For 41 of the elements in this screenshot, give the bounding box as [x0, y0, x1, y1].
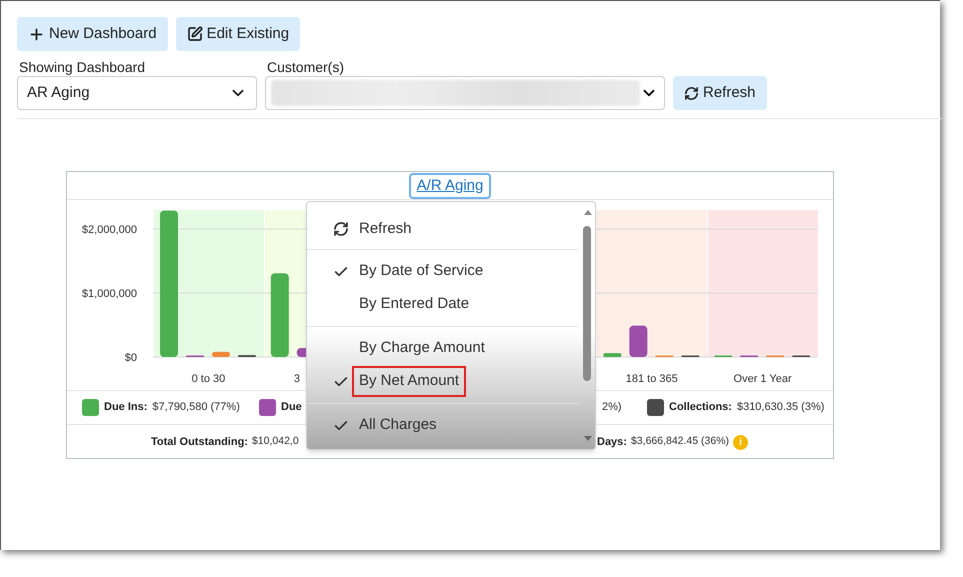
legend-value: 2%)	[602, 400, 622, 416]
axis-label: 181 to 365	[626, 373, 678, 385]
menu-item[interactable]: All Charges	[307, 409, 579, 442]
menu-item[interactable]: By Entered Date	[307, 288, 579, 321]
plus-icon	[28, 26, 45, 42]
dashboard-select[interactable]: AR Aging	[17, 76, 257, 110]
axis-label: $2,000,000	[82, 224, 137, 236]
legend-label: Due Ins:	[104, 400, 148, 416]
refresh-icon	[333, 221, 349, 237]
bar	[212, 352, 230, 357]
menu-item[interactable]: Refresh	[307, 214, 579, 244]
refresh-icon	[684, 86, 699, 100]
bar	[603, 353, 622, 357]
field-label: Showing Dashboard	[18, 58, 146, 76]
customer-select[interactable]	[265, 76, 665, 110]
total-value: $10,042,0	[252, 434, 299, 450]
axis-label: 0 to 30	[192, 373, 226, 385]
menu-item[interactable]: By Net Amount	[307, 365, 579, 398]
axis-label: $1,000,000	[82, 288, 137, 300]
total-value: $3,666,842.45 (36%)	[630, 434, 730, 450]
edit-icon	[186, 26, 203, 42]
total-label: Days:	[597, 434, 627, 450]
scroll-thumb[interactable]	[583, 226, 591, 381]
axis-label: $0	[124, 352, 137, 364]
menu-item[interactable]: By Date of Service	[307, 255, 579, 288]
legend-label: Collections:	[669, 400, 732, 416]
refresh-button[interactable]: Refresh	[673, 76, 767, 110]
new-dashboard-button[interactable]: New Dashboard	[17, 17, 168, 51]
chart-title-link[interactable]: A/R Aging	[408, 173, 492, 199]
edit-button[interactable]: Edit Existing	[176, 17, 300, 51]
axis-label: Over 1 Year	[734, 373, 792, 385]
field-label: Customer(s)	[266, 58, 346, 76]
menu-item[interactable]: By Charge Amount	[307, 332, 579, 365]
scroll-down-icon[interactable]	[584, 436, 592, 441]
legend-value: $7,790,580 (77%)	[152, 400, 240, 416]
bar	[629, 326, 648, 357]
legend-value: $310,630.35 (3%)	[736, 400, 824, 416]
axis-label: 3	[294, 373, 300, 385]
total-label: Total Outstanding:	[151, 434, 248, 450]
legend-label: Due	[281, 400, 302, 416]
scroll-up-icon[interactable]	[584, 210, 592, 215]
